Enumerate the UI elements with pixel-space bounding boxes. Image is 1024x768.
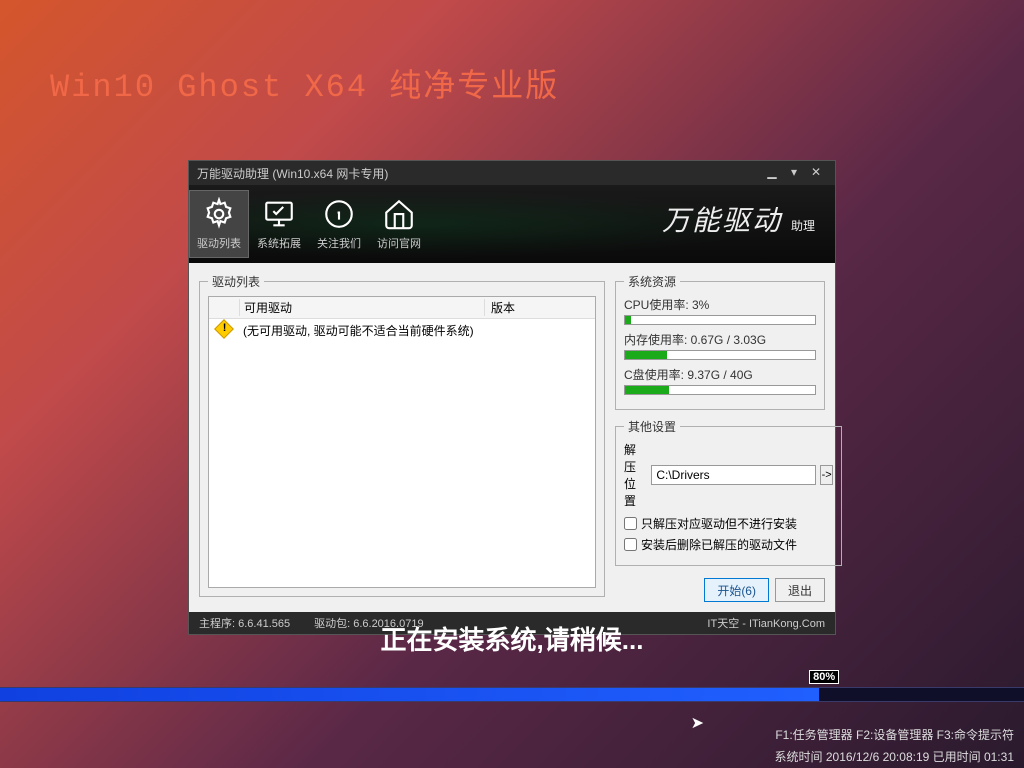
tab-system-ext[interactable]: 系统拓展 [249, 190, 309, 258]
minimize-icon[interactable]: ▁ [761, 165, 783, 181]
start-button[interactable]: 开始(6) [704, 578, 769, 602]
home-icon [382, 197, 416, 231]
col-available[interactable]: 可用驱动 [239, 299, 485, 316]
memory-label: 内存使用率: 0.67G / 3.03G [624, 331, 816, 348]
window-title: 万能驱动助理 (Win10.x64 网卡专用) [197, 165, 761, 182]
close-icon[interactable]: ✕ [805, 165, 827, 181]
install-progress-fill: 80% [0, 688, 819, 701]
delete-after-checkbox[interactable] [624, 538, 637, 551]
action-row: 开始(6) 退出 [615, 578, 825, 602]
extract-path-input[interactable] [651, 465, 816, 485]
cpu-label: CPU使用率: 3% [624, 296, 816, 313]
brand-logo: 万能驱动 助理 [662, 199, 815, 239]
exit-button[interactable]: 退出 [775, 578, 825, 602]
resources-legend: 系统资源 [624, 273, 680, 290]
bottom-status: F1:任务管理器 F2:设备管理器 F3:命令提示符 系统时间 2016/12/… [775, 716, 1014, 768]
driver-list-header: 可用驱动 版本 [209, 297, 595, 319]
install-message: 正在安装系统,请稍候... [0, 620, 1024, 657]
browse-button[interactable]: -> [820, 465, 833, 485]
extract-only-checkbox[interactable] [624, 517, 637, 530]
settings-panel: 其他设置 解压位置 -> 只解压对应驱动但不进行安装 安装后删除已解压的驱动文件 [615, 418, 842, 566]
driver-list-legend: 驱动列表 [208, 273, 264, 290]
driver-empty-row: (无可用驱动, 驱动可能不适合当前硬件系统) [209, 319, 595, 341]
driver-assistant-window: 万能驱动助理 (Win10.x64 网卡专用) ▁ ▾ ✕ 驱动列表 系统拓展 … [188, 160, 836, 635]
toolbar: 驱动列表 系统拓展 关注我们 访问官网 万能驱动 助理 [189, 185, 835, 263]
warning-icon [209, 322, 239, 339]
hotkeys-line: F1:任务管理器 F2:设备管理器 F3:命令提示符 [775, 724, 1014, 746]
driver-empty-msg: (无可用驱动, 驱动可能不适合当前硬件系统) [239, 322, 595, 339]
tab-label: 关注我们 [317, 235, 361, 251]
col-version[interactable]: 版本 [485, 299, 595, 316]
driver-list-panel: 驱动列表 可用驱动 版本 (无可用驱动, 驱动可能不适合当前硬件系统) [199, 273, 605, 597]
monitor-check-icon [262, 197, 296, 231]
resources-panel: 系统资源 CPU使用率: 3% 内存使用率: 0.67G / 3.03G C盘使… [615, 273, 825, 410]
gear-icon [202, 197, 236, 231]
install-progress-bar: 80% [0, 687, 1024, 702]
system-time-line: 系统时间 2016/12/6 20:08:19 已用时间 01:31 [775, 746, 1014, 768]
memory-usage: 内存使用率: 0.67G / 3.03G [624, 331, 816, 360]
tab-label: 驱动列表 [197, 235, 241, 251]
cpu-usage: CPU使用率: 3% [624, 296, 816, 325]
tab-driver-list[interactable]: 驱动列表 [189, 190, 249, 258]
tab-follow-us[interactable]: 关注我们 [309, 190, 369, 258]
delete-after-option[interactable]: 安装后删除已解压的驱动文件 [624, 536, 833, 553]
info-icon [322, 197, 356, 231]
disk-label: C盘使用率: 9.37G / 40G [624, 366, 816, 383]
extract-only-option[interactable]: 只解压对应驱动但不进行安装 [624, 515, 833, 532]
tab-label: 访问官网 [377, 235, 421, 251]
titlebar[interactable]: 万能驱动助理 (Win10.x64 网卡专用) ▁ ▾ ✕ [189, 161, 835, 185]
extract-label: 解压位置 [624, 441, 647, 509]
disk-usage: C盘使用率: 9.37G / 40G [624, 366, 816, 395]
content-area: 驱动列表 可用驱动 版本 (无可用驱动, 驱动可能不适合当前硬件系统) 系统资源 [189, 263, 835, 612]
pin-icon[interactable]: ▾ [783, 165, 805, 181]
driver-list[interactable]: 可用驱动 版本 (无可用驱动, 驱动可能不适合当前硬件系统) [208, 296, 596, 588]
tab-website[interactable]: 访问官网 [369, 190, 429, 258]
install-progress-label: 80% [809, 670, 839, 684]
cursor-icon: ➤ [691, 713, 704, 733]
settings-legend: 其他设置 [624, 418, 680, 435]
page-title: Win10 Ghost X64 纯净专业版 [50, 60, 559, 106]
tab-label: 系统拓展 [257, 235, 301, 251]
